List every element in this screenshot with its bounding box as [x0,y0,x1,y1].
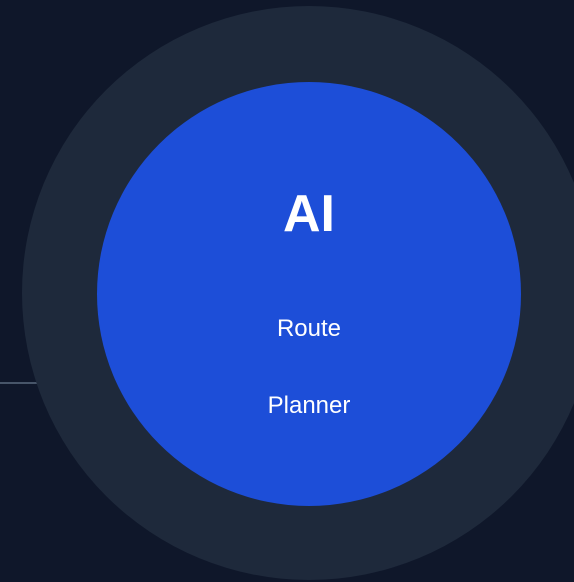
node-label-line-1: Route [276,315,342,342]
node-title: AI [283,185,335,243]
node-core-circle[interactable] [97,82,521,506]
node-label-line-2: Planner [267,392,351,419]
